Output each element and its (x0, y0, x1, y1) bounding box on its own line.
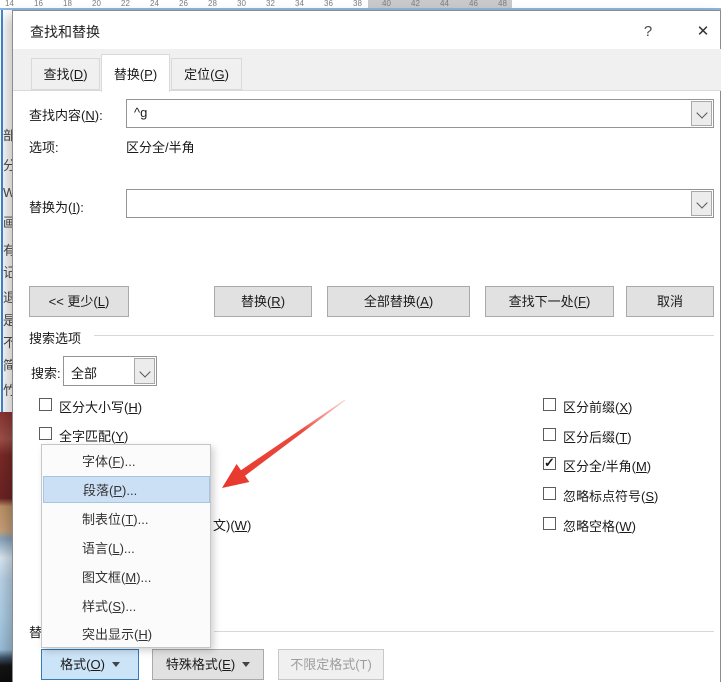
checkbox-box (39, 427, 52, 440)
chevron-down-icon (696, 107, 708, 119)
menu-item-font[interactable]: 字体(F)... (43, 448, 209, 475)
replace-with-label: 替换为(I): (29, 200, 84, 215)
checkbox-box (39, 398, 52, 411)
search-scope-dropdown-button[interactable] (134, 358, 155, 384)
dropdown-caret-icon (111, 662, 120, 668)
tab-strip: 查找(D) 替换(P) 定位(G) (13, 49, 721, 92)
find-replace-dialog: 查找和替换 ? ✕ 查找(D) 替换(P) 定位(G) 查找内容(N): ^g … (12, 10, 721, 682)
document-partial-text: 部 分 W 画 有 记 退 是 不 简 竹 (3, 128, 12, 398)
checkbox-box (543, 517, 556, 530)
format-menu: 字体(F)... 段落(P)... 制表位(T)... 语言(L)... 图文框… (41, 444, 211, 648)
options-label: 选项: (29, 140, 59, 155)
ruler-number: 14 (5, 0, 14, 8)
tab-find[interactable]: 查找(D) (31, 58, 100, 90)
checkbox-box (543, 487, 556, 500)
close-icon[interactable]: ✕ (688, 19, 718, 45)
replace-with-dropdown-button[interactable] (691, 191, 712, 216)
options-value: 区分全/半角 (126, 140, 195, 155)
chevron-down-icon (696, 197, 708, 209)
no-format-button: 不限定格式(T) (278, 649, 384, 680)
ruler-number: 28 (208, 0, 217, 8)
chevron-down-icon (139, 366, 151, 378)
search-options-group-label: 搜索选项 (29, 331, 82, 346)
document-background-strip: 部 分 W 画 有 记 退 是 不 简 竹 (0, 10, 12, 682)
document-photo-fragment (0, 412, 12, 682)
ruler-number: 22 (121, 0, 130, 8)
menu-item-paragraph[interactable]: 段落(P)... (43, 476, 210, 503)
ruler-number: 32 (266, 0, 275, 8)
ruler-number: 48 (498, 0, 507, 8)
find-what-value: ^g (134, 105, 148, 120)
partial-checkbox-label: 文)(W) (213, 518, 252, 533)
ruler-number: 26 (179, 0, 188, 8)
find-what-label: 查找内容(N): (29, 108, 103, 123)
find-what-dropdown-button[interactable] (691, 101, 712, 126)
replace-button[interactable]: 替换(R) (214, 286, 312, 317)
ruler-number: 40 (382, 0, 391, 8)
help-button[interactable]: ? (633, 19, 663, 45)
ruler-number: 18 (63, 0, 72, 8)
ruler-number: 38 (353, 0, 362, 8)
screenshot-root: 14 16 18 20 22 24 26 28 30 32 34 36 38 4… (0, 0, 721, 682)
menu-item-style[interactable]: 样式(S)... (43, 593, 209, 620)
search-scope-value: 全部 (71, 366, 98, 381)
tab-goto[interactable]: 定位(G) (171, 58, 242, 90)
menu-item-frame[interactable]: 图文框(M)... (43, 564, 209, 591)
ruler-number: 16 (34, 0, 43, 8)
ruler-number: 30 (237, 0, 246, 8)
ruler-number: 34 (295, 0, 304, 8)
menu-item-tabs[interactable]: 制表位(T)... (43, 506, 209, 533)
less-button[interactable]: << 更少(L) (29, 286, 129, 317)
checkbox-box-checked (543, 455, 556, 471)
format-button[interactable]: 格式(O) (41, 649, 139, 680)
find-what-combobox[interactable]: ^g (126, 99, 714, 128)
dropdown-caret-icon (242, 662, 251, 668)
ruler-number: 42 (411, 0, 420, 8)
search-scope-combobox[interactable]: 全部 (63, 356, 157, 386)
cancel-button[interactable]: 取消 (626, 286, 714, 317)
menu-item-highlight[interactable]: 突出显示(H) (43, 621, 209, 648)
ruler-number: 36 (324, 0, 333, 8)
group-divider (214, 631, 714, 632)
ruler-number: 20 (92, 0, 101, 8)
checkbox-box (543, 428, 556, 441)
ruler-number: 44 (440, 0, 449, 8)
search-scope-label: 搜索: (31, 366, 61, 381)
menu-item-language[interactable]: 语言(L)... (43, 535, 209, 562)
tab-replace[interactable]: 替换(P) (101, 54, 170, 92)
replace-all-button[interactable]: 全部替换(A) (327, 286, 470, 317)
ruler-number: 24 (150, 0, 159, 8)
find-next-button[interactable]: 查找下一处(F) (485, 286, 614, 317)
group-divider (94, 335, 714, 336)
dialog-title: 查找和替换 (30, 24, 100, 40)
special-format-button[interactable]: 特殊格式(E) (152, 649, 264, 680)
checkbox-box (543, 398, 556, 411)
ruler-number: 46 (469, 0, 478, 8)
replace-with-combobox[interactable] (126, 189, 714, 218)
